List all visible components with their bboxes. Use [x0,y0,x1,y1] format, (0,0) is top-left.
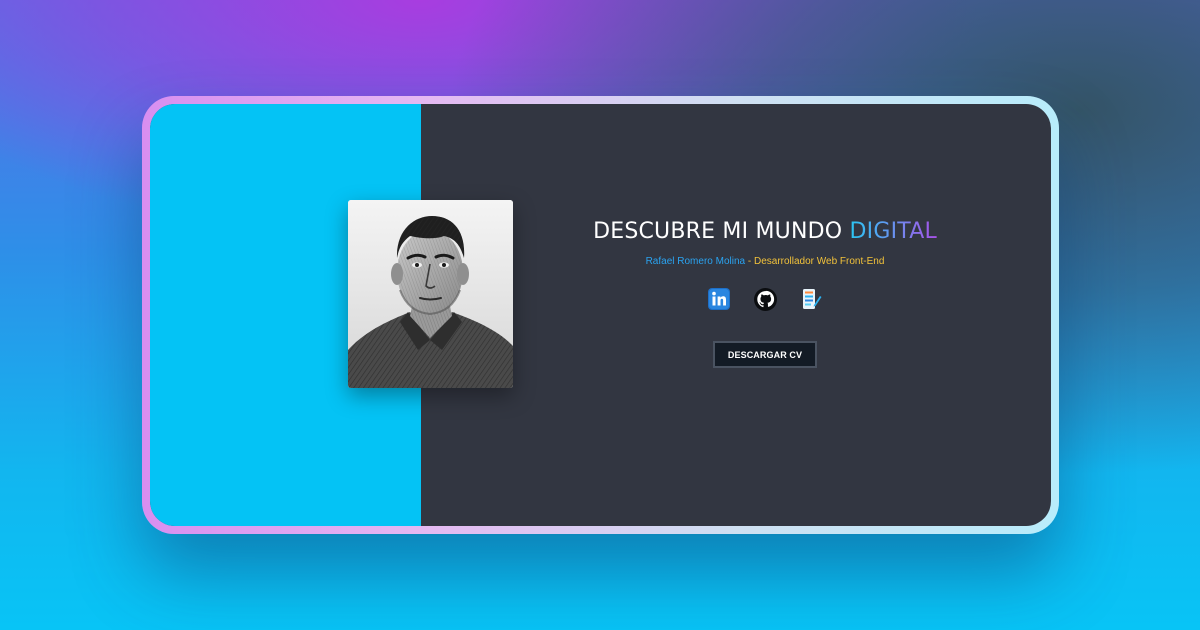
hero-headline: DESCUBRE MI MUNDO DIGITAL [570,219,960,244]
hero-card: DESCUBRE MI MUNDO DIGITAL Rafael Romero … [150,104,1051,526]
github-link[interactable] [753,287,777,311]
portfolio-link[interactable] [799,287,823,311]
hero-subtitle: Rafael Romero Molina - Desarrollador Web… [570,256,960,267]
card-frame: DESCUBRE MI MUNDO DIGITAL Rafael Romero … [142,96,1059,534]
author-role: Desarrollador Web Front-End [753,256,885,267]
author-name: Rafael Romero Molina [645,256,746,267]
profile-photo [348,200,513,388]
github-icon [753,287,777,311]
social-links [570,287,960,311]
linkedin-icon [708,288,730,310]
portfolio-icon [800,288,822,310]
headline-accent: DIGITAL [849,219,937,244]
linkedin-link[interactable] [707,287,731,311]
separator: - [745,256,754,267]
download-cv-button[interactable]: DESCARGAR CV [713,341,817,368]
headline-main: DESCUBRE MI MUNDO [593,219,850,244]
hero-content: DESCUBRE MI MUNDO DIGITAL Rafael Romero … [570,219,960,368]
